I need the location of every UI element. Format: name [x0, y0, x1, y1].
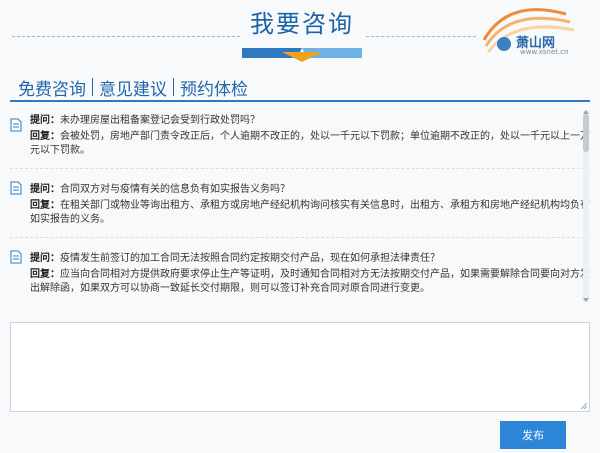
question-label: 提问：: [30, 253, 60, 264]
document-icon: [10, 181, 22, 195]
answer-label: 回复：: [30, 131, 60, 142]
answer-text: 回复：应当向合同相对方提供政府要求停止生产等证明，及时通知合同相对方无法按期交付…: [30, 268, 590, 296]
document-icon: [10, 250, 22, 264]
qa-list: 提问：未办理房屋出租备案登记会受到行政处罚吗？ 回复：会被处罚，房地产部门责令改…: [10, 108, 590, 304]
question-content: 未办理房屋出租备案登记会受到行政处罚吗？: [60, 115, 260, 126]
header: 我要咨询 萧山网 www.xsnet.cn: [0, 0, 600, 62]
answer-content: 应当向合同相对方提供政府要求停止生产等证明，及时通知合同相对方无法按期交付产品，…: [30, 269, 590, 294]
title-decoration: [242, 48, 362, 62]
question-label: 提问：: [30, 184, 60, 195]
scroll-thumb[interactable]: [583, 114, 589, 152]
list-item: 提问：合同双方对与疫情有关的信息负有如实报告义务吗？ 回复：在租关部门或物业等询…: [10, 169, 590, 238]
tabs-underline: [10, 100, 590, 102]
tab-bar: 免费咨询 意见建议 预约体检: [14, 74, 254, 100]
answer-content: 在租关部门或物业等询出租方、承租方或房地产经纪机构询问核实有关信息时，出租方、承…: [30, 200, 590, 225]
question-text: 提问：疫情发生前签订的加工合同无法按照合同约定按期交付产品，现在如何承担法律责任…: [30, 252, 590, 266]
tab-suggestions[interactable]: 意见建议: [93, 75, 173, 100]
question-content: 合同双方对与疫情有关的信息负有如实报告义务吗？: [60, 184, 290, 195]
tab-free-consult[interactable]: 免费咨询: [14, 75, 92, 100]
list-item: 提问：未办理房屋出租备案登记会受到行政处罚吗？ 回复：会被处罚，房地产部门责令改…: [10, 114, 590, 169]
title-box: 我要咨询: [242, 4, 362, 62]
question-content: 疫情发生前签订的加工合同无法按照合同约定按期交付产品，现在如何承担法律责任？: [60, 253, 440, 264]
header-divider-left: [12, 36, 240, 37]
header-divider-right: [366, 36, 476, 37]
tab-book-checkup[interactable]: 预约体检: [174, 75, 254, 100]
page-title: 我要咨询: [250, 10, 354, 38]
answer-text: 回复：在租关部门或物业等询出租方、承租方或房地产经纪机构询问核实有关信息时，出租…: [30, 199, 590, 227]
answer-label: 回复：: [30, 269, 60, 280]
question-text: 提问：合同双方对与疫情有关的信息负有如实报告义务吗？: [30, 183, 590, 197]
answer-text: 回复：会被处罚，房地产部门责令改正后，个人逾期不改正的，处以一千元以下罚款；单位…: [30, 130, 590, 158]
document-icon: [10, 118, 22, 132]
question-label: 提问：: [30, 115, 60, 126]
logo-url: www.xsnet.cn: [520, 48, 569, 56]
resize-grip-icon[interactable]: [580, 402, 588, 410]
question-text: 提问：未办理房屋出租备案登记会受到行政处罚吗？: [30, 114, 590, 128]
list-item: 提问：疫情发生前签订的加工合同无法按照合同约定按期交付产品，现在如何承担法律责任…: [10, 238, 590, 304]
answer-label: 回复：: [30, 200, 60, 211]
scroll-down-icon[interactable]: [583, 298, 589, 302]
qa-scrollbar[interactable]: [583, 110, 589, 302]
submit-button[interactable]: 发布: [500, 421, 566, 449]
question-input[interactable]: [10, 322, 590, 412]
answer-content: 会被处罚，房地产部门责令改正后，个人逾期不改正的，处以一千元以下罚款；单位逾期不…: [30, 131, 590, 156]
